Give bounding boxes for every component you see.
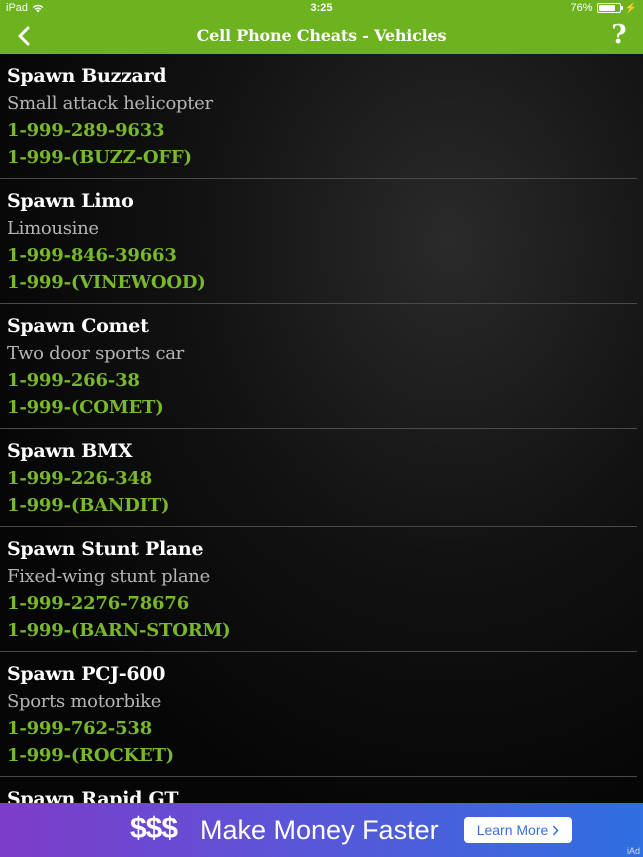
- cheat-number-code: 1-999-266-38: [7, 370, 140, 391]
- cheat-number-code: 1-999-289-9633: [7, 120, 165, 141]
- cheat-number-code: 1-999-762-538: [7, 718, 153, 739]
- cheat-number-code: 1-999-846-39663: [7, 245, 177, 266]
- status-time: 3:25: [310, 2, 333, 14]
- cheat-word-code: 1-999-(ROCKET): [7, 745, 174, 766]
- cheat-description: Small attack helicopter: [7, 93, 213, 114]
- cheat-item[interactable]: Spawn Rapid GT: [0, 777, 637, 803]
- cheat-title: Spawn BMX: [7, 440, 133, 462]
- cheat-item[interactable]: Spawn Comet Two door sports car 1-999-266-…: [0, 304, 637, 429]
- cheat-word-code: 1-999-(BANDIT): [7, 495, 170, 516]
- status-bar: iPad 3:25 76% ⚡: [0, 0, 643, 18]
- cheat-item[interactable]: Spawn Stunt Plane Fixed-wing stunt plane 1…: [0, 527, 637, 652]
- cheat-word-code: 1-999-(BUZZ-OFF): [7, 147, 192, 168]
- cheat-title: Spawn Stunt Plane: [7, 538, 204, 560]
- cheat-description: Sports motorbike: [7, 691, 162, 712]
- navigation-bar: Cell Phone Cheats - Vehicles ?: [0, 18, 643, 54]
- cheat-item[interactable]: Spawn Buzzard Small attack helicopter 1-99…: [0, 54, 637, 179]
- dollar-icon: $$$: [130, 812, 178, 845]
- battery-percent: 76%: [570, 2, 593, 14]
- learn-more-label: Learn More: [476, 822, 549, 838]
- cheat-description: Fixed-wing stunt plane: [7, 566, 210, 587]
- battery-icon: [596, 3, 623, 13]
- chevron-right-icon: [553, 825, 559, 835]
- learn-more-button[interactable]: Learn More: [464, 817, 572, 843]
- cheat-item[interactable]: Spawn Limo Limousine 1-999-846-39663 1-999-…: [0, 179, 637, 304]
- cheat-list-container[interactable]: Spawn Buzzard Small attack helicopter 1-99…: [0, 54, 643, 803]
- cheat-title: Spawn Limo: [7, 190, 134, 212]
- cheat-description: Limousine: [7, 218, 99, 239]
- cheat-description: Two door sports car: [7, 343, 184, 364]
- cheat-word-code: 1-999-(VINEWOOD): [7, 272, 206, 293]
- cheat-number-code: 1-999-2276-78676: [7, 593, 190, 614]
- cheat-title: Spawn Rapid GT: [7, 788, 179, 803]
- cheat-title: Spawn Comet: [7, 315, 149, 337]
- cheat-word-code: 1-999-(COMET): [7, 397, 164, 418]
- charging-icon: ⚡: [624, 2, 637, 14]
- page-title: Cell Phone Cheats - Vehicles: [196, 26, 447, 45]
- status-right: 76% ⚡: [571, 2, 637, 14]
- iad-label: iAd: [626, 846, 640, 856]
- help-button[interactable]: ?: [605, 20, 633, 50]
- cheat-title: Spawn Buzzard: [7, 65, 167, 87]
- cheat-item[interactable]: Spawn PCJ-600 Sports motorbike 1-999-762-5…: [0, 652, 637, 777]
- cheat-title: Spawn PCJ-600: [7, 663, 166, 685]
- ad-headline: Make Money Faster: [200, 815, 439, 845]
- cheat-list: Spawn Buzzard Small attack helicopter 1-99…: [0, 54, 643, 803]
- cheat-number-code: 1-999-226-348: [7, 468, 153, 489]
- cheat-word-code: 1-999-(BARN-STORM): [7, 620, 231, 641]
- ad-banner[interactable]: $$$ Make Money Faster Learn More iAd: [0, 803, 643, 857]
- cheat-item[interactable]: Spawn BMX 1-999-226-348 1-999-(BANDIT): [0, 429, 637, 527]
